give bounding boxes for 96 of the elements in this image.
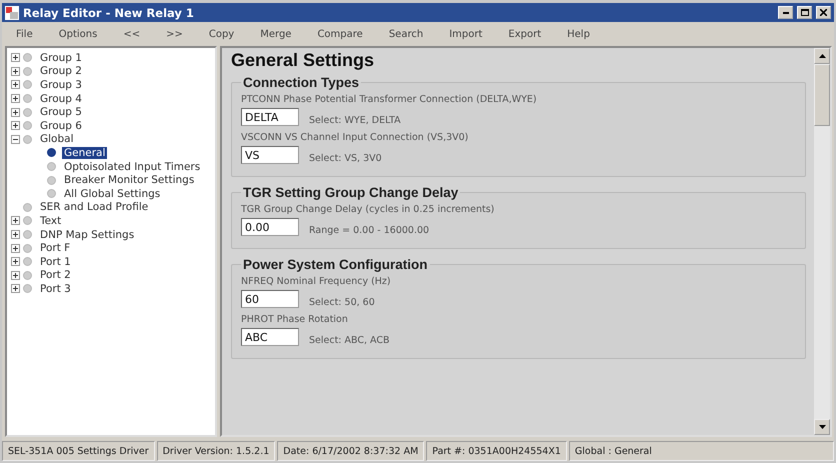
status-field: Driver Version: 1.5.2.1 [156, 441, 276, 461]
tree-item[interactable]: Group 4 [38, 92, 84, 105]
tree-item[interactable]: Group 1 [38, 52, 84, 64]
input-field[interactable]: DELTA [241, 108, 299, 126]
menu-item[interactable]: Import [441, 28, 490, 40]
setting-hint: Select: ABC, ACB [309, 335, 390, 346]
node-icon [23, 108, 32, 117]
node-icon [23, 257, 32, 266]
setting-hint: Range = 0.00 - 16000.00 [309, 225, 430, 236]
expand-icon[interactable] [11, 230, 20, 240]
node-icon [47, 148, 56, 158]
tree-item[interactable]: All Global Settings [62, 188, 162, 200]
tree-item[interactable]: Group 5 [38, 106, 84, 118]
input-field[interactable]: ABC [241, 328, 299, 346]
menu-item[interactable]: File [8, 28, 41, 40]
node-icon [23, 244, 32, 253]
page-title: General Settings [231, 50, 376, 71]
node-icon [23, 216, 32, 226]
node-icon [23, 66, 32, 76]
setting-label: VSCONN VS Channel Input Connection (VS,3V0) [241, 132, 470, 143]
status-field: Global : General [568, 441, 834, 461]
setting-label: NFREQ Nominal Frequency (Hz) [241, 276, 392, 287]
scroll-up-icon[interactable] [818, 54, 826, 58]
tree-item[interactable]: SER and Load Profile [38, 201, 150, 214]
node-icon [23, 270, 32, 280]
group-title: TGR Setting Group Change Delay [242, 185, 460, 200]
tree-item[interactable]: Breaker Monitor Settings [62, 174, 196, 186]
expand-icon[interactable] [11, 121, 20, 130]
tree-item[interactable]: Port 1 [38, 256, 73, 268]
input-field[interactable]: 0.00 [241, 218, 299, 236]
setting-hint: Select: WYE, DELTA [309, 115, 401, 126]
input-field[interactable]: VS [241, 146, 299, 164]
tree-item[interactable]: Port F [38, 242, 72, 254]
node-icon [47, 162, 56, 172]
menu-item[interactable]: Help [559, 28, 598, 40]
status-field: SEL-351A 005 Settings Driver [2, 441, 155, 461]
menu-item[interactable]: Copy [200, 28, 242, 40]
node-icon [23, 80, 32, 90]
expand-icon[interactable] [11, 53, 20, 62]
menu-item[interactable]: Compare [309, 28, 371, 40]
menu-item[interactable]: Search [380, 28, 432, 40]
tree-item[interactable]: General [62, 146, 108, 159]
close-icon [820, 9, 827, 16]
tree-item[interactable]: Port 2 [38, 269, 73, 282]
node-icon [23, 202, 32, 212]
app-icon [5, 6, 19, 20]
scroll-bar[interactable] [814, 48, 830, 435]
expand-icon[interactable] [11, 216, 20, 226]
group-title: Connection Types [242, 75, 360, 90]
maximize-button[interactable] [797, 6, 812, 19]
tree-item[interactable]: Optoisolated Input Timers [62, 160, 202, 173]
status-field: Date: 6/17/2002 8:37:32 AM [277, 441, 424, 461]
status-field: Part #: 0351A00H24554X1 [426, 441, 567, 461]
scroll-thumb[interactable] [814, 64, 830, 126]
setting-label: TGR Group Change Delay (cycles in 0.25 increments) [241, 204, 496, 215]
tree-item[interactable]: Global [38, 133, 76, 146]
expand-icon[interactable] [11, 257, 20, 266]
node-icon [47, 189, 56, 198]
expand-icon[interactable] [11, 66, 20, 76]
expand-icon[interactable] [11, 284, 20, 294]
setting-hint: Select: 50, 60 [309, 297, 375, 308]
group-title: Power System Configuration [242, 257, 429, 272]
maximize-icon [800, 9, 808, 16]
node-icon [23, 94, 32, 104]
tree-item[interactable]: Port 3 [38, 282, 73, 295]
window-title: Relay Editor - New Relay 1 [23, 6, 195, 20]
menu-item[interactable]: >> [158, 28, 191, 40]
expand-icon[interactable] [11, 270, 20, 280]
expand-icon[interactable] [11, 244, 20, 253]
node-icon [23, 230, 32, 240]
expand-icon[interactable] [11, 108, 20, 117]
minimize-icon [782, 12, 788, 14]
tree-item[interactable]: Text [38, 214, 64, 227]
menu-item[interactable]: Merge [252, 28, 300, 40]
setting-hint: Select: VS, 3V0 [309, 153, 382, 164]
node-icon [23, 121, 32, 130]
node-icon [23, 53, 32, 62]
tree-item[interactable]: DNP Map Settings [38, 228, 136, 241]
close-button[interactable] [816, 6, 831, 19]
menu-item[interactable]: Export [500, 28, 550, 40]
tree-item[interactable]: Group 2 [38, 65, 84, 78]
scroll-down-icon[interactable] [818, 425, 826, 429]
node-icon [23, 284, 32, 294]
input-field[interactable]: 60 [241, 290, 299, 308]
expand-icon[interactable] [11, 80, 20, 90]
setting-label: PTCONN Phase Potential Transformer Connection (DELTA,WYE) [241, 94, 538, 105]
setting-label: PHROT Phase Rotation [241, 314, 349, 325]
expand-icon[interactable] [11, 94, 20, 104]
tree-item[interactable]: Group 6 [38, 120, 84, 132]
collapse-icon[interactable] [11, 134, 20, 144]
menu-item[interactable]: Options [50, 28, 106, 40]
node-icon [47, 176, 56, 185]
menu-item[interactable]: << [115, 28, 148, 40]
node-icon [23, 134, 32, 144]
minimize-button[interactable] [778, 6, 793, 19]
tree-item[interactable]: Group 3 [38, 78, 84, 91]
